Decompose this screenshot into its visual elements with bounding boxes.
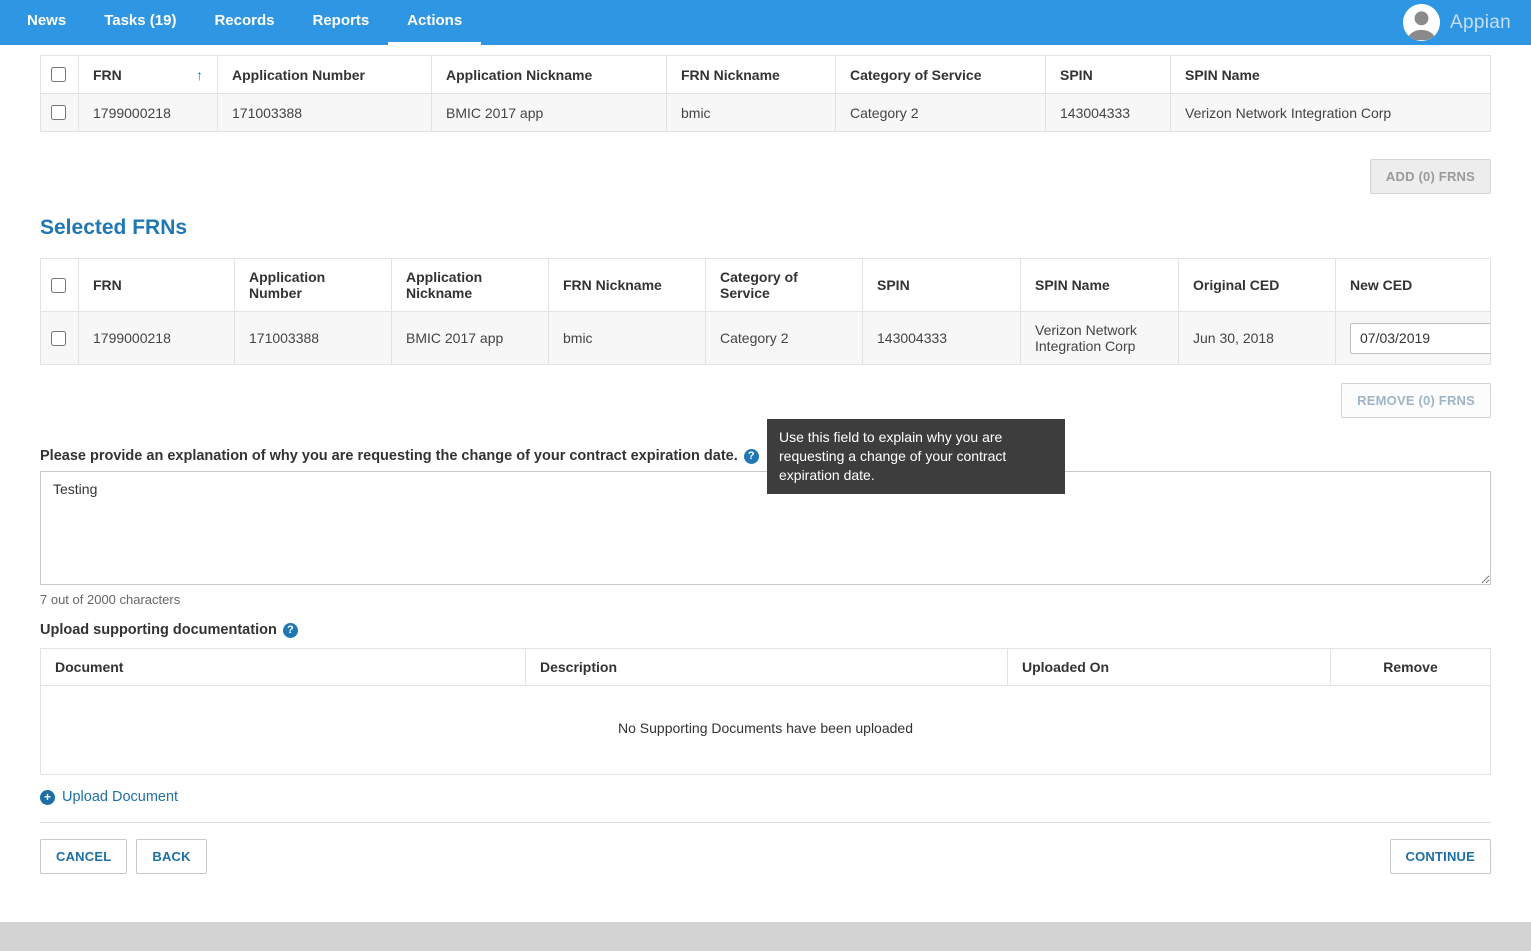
cell-application-nickname: BMIC 2017 app <box>432 94 667 132</box>
cell-new-ced <box>1336 312 1491 365</box>
user-avatar[interactable] <box>1403 4 1440 41</box>
results-header-application-number: Application Number <box>218 56 432 94</box>
results-row-checkbox[interactable] <box>51 105 66 120</box>
add-frns-row: ADD (0) FRNS <box>40 159 1491 194</box>
explanation-textarea[interactable]: Testing <box>40 471 1491 585</box>
remove-frns-button[interactable]: REMOVE (0) FRNS <box>1341 383 1491 418</box>
selected-header-spin-name: SPIN Name <box>1021 259 1179 312</box>
cell-frn-nickname: bmic <box>667 94 836 132</box>
documents-header-uploaded-on: Uploaded On <box>1008 649 1331 686</box>
cell-spin: 143004333 <box>863 312 1021 365</box>
footer-divider <box>40 822 1491 823</box>
nav-right: Appian <box>1403 0 1531 45</box>
results-header-frn-label: FRN <box>93 67 122 83</box>
selected-header-category-of-service: Category of Service <box>706 259 863 312</box>
cell-application-nickname: BMIC 2017 app <box>392 312 549 365</box>
cell-spin: 143004333 <box>1046 94 1171 132</box>
selected-frns-title: Selected FRNs <box>40 216 1491 240</box>
upload-label-row: Upload supporting documentation ? <box>40 622 1491 638</box>
add-frns-button[interactable]: ADD (0) FRNS <box>1370 159 1491 194</box>
selected-select-all-checkbox[interactable] <box>51 278 66 293</box>
help-icon[interactable]: ? <box>283 623 298 638</box>
back-button[interactable]: BACK <box>136 839 206 874</box>
selected-table-row: 1799000218 171003388 BMIC 2017 app bmic … <box>41 312 1491 365</box>
sort-ascending-icon[interactable]: ↑ <box>196 67 203 83</box>
explanation-label-row: Please provide an explanation of why you… <box>40 448 1491 464</box>
selected-header-application-number: Application Number <box>235 259 392 312</box>
nav-item-tasks[interactable]: Tasks (19) <box>85 0 195 45</box>
continue-button[interactable]: CONTINUE <box>1390 839 1492 874</box>
nav-item-news[interactable]: News <box>8 0 85 45</box>
selected-header-spin: SPIN <box>863 259 1021 312</box>
top-nav: News Tasks (19) Records Reports Actions … <box>0 0 1531 45</box>
documents-empty-row: No Supporting Documents have been upload… <box>41 686 1491 775</box>
remove-frns-row: REMOVE (0) FRNS <box>40 383 1491 418</box>
results-header-frn-nickname: FRN Nickname <box>667 56 836 94</box>
explanation-tooltip: Use this field to explain why you are re… <box>767 419 1065 494</box>
nav-menu: News Tasks (19) Records Reports Actions <box>0 0 481 45</box>
selected-header-original-ced: Original CED <box>1179 259 1336 312</box>
cell-spin-name: Verizon Network Integration Corp <box>1171 94 1491 132</box>
documents-table: Document Description Uploaded On Remove … <box>40 648 1491 775</box>
results-header-frn: FRN ↑ <box>79 56 218 94</box>
person-icon <box>1403 4 1440 41</box>
selected-row-checkbox[interactable] <box>51 331 66 346</box>
selected-header-frn-nickname: FRN Nickname <box>549 259 706 312</box>
cancel-button[interactable]: CANCEL <box>40 839 127 874</box>
nav-item-records[interactable]: Records <box>195 0 293 45</box>
cell-frn-nickname: bmic <box>549 312 706 365</box>
results-header-category-of-service: Category of Service <box>836 56 1046 94</box>
cell-application-number: 171003388 <box>235 312 392 365</box>
selected-header-row: FRN Application Number Application Nickn… <box>41 259 1491 312</box>
documents-header-row: Document Description Uploaded On Remove <box>41 649 1491 686</box>
cell-frn: 1799000218 <box>79 94 218 132</box>
upload-documentation-label: Upload supporting documentation <box>40 622 277 638</box>
results-header-spin-name: SPIN Name <box>1171 56 1491 94</box>
results-table-row: 1799000218 171003388 BMIC 2017 app bmic … <box>41 94 1491 132</box>
nav-item-reports[interactable]: Reports <box>293 0 388 45</box>
cell-category-of-service: Category 2 <box>836 94 1046 132</box>
cell-frn: 1799000218 <box>79 312 235 365</box>
cell-spin-name: Verizon Network Integration Corp <box>1021 312 1179 365</box>
selected-header-frn: FRN <box>79 259 235 312</box>
appian-logo: Appian <box>1450 12 1511 34</box>
cell-original-ced: Jun 30, 2018 <box>1179 312 1336 365</box>
explanation-label: Please provide an explanation of why you… <box>40 448 738 464</box>
results-header-row: FRN ↑ Application Number Application Nic… <box>41 56 1491 94</box>
new-ced-input[interactable] <box>1350 323 1491 354</box>
cell-category-of-service: Category 2 <box>706 312 863 365</box>
help-icon[interactable]: ? <box>744 449 759 464</box>
frn-search-results-table: FRN ↑ Application Number Application Nic… <box>40 55 1491 132</box>
upload-document-label: Upload Document <box>62 789 178 805</box>
results-select-all-checkbox[interactable] <box>51 67 66 82</box>
plus-circle-icon: + <box>40 790 55 805</box>
cell-application-number: 171003388 <box>218 94 432 132</box>
documents-header-document: Document <box>41 649 526 686</box>
documents-header-description: Description <box>526 649 1008 686</box>
upload-document-link[interactable]: + Upload Document <box>40 789 178 805</box>
selected-header-new-ced: New CED <box>1336 259 1491 312</box>
selected-header-application-nickname: Application Nickname <box>392 259 549 312</box>
footer-buttons: CANCEL BACK CONTINUE <box>40 839 1491 874</box>
nav-item-actions[interactable]: Actions <box>388 0 481 45</box>
selected-frns-table: FRN Application Number Application Nickn… <box>40 258 1491 365</box>
no-documents-message: No Supporting Documents have been upload… <box>41 686 1491 775</box>
results-header-spin: SPIN <box>1046 56 1171 94</box>
character-counter: 7 out of 2000 characters <box>40 592 1491 607</box>
main-content: FRN ↑ Application Number Application Nic… <box>0 45 1531 922</box>
documents-header-remove: Remove <box>1331 649 1491 686</box>
results-header-application-nickname: Application Nickname <box>432 56 667 94</box>
